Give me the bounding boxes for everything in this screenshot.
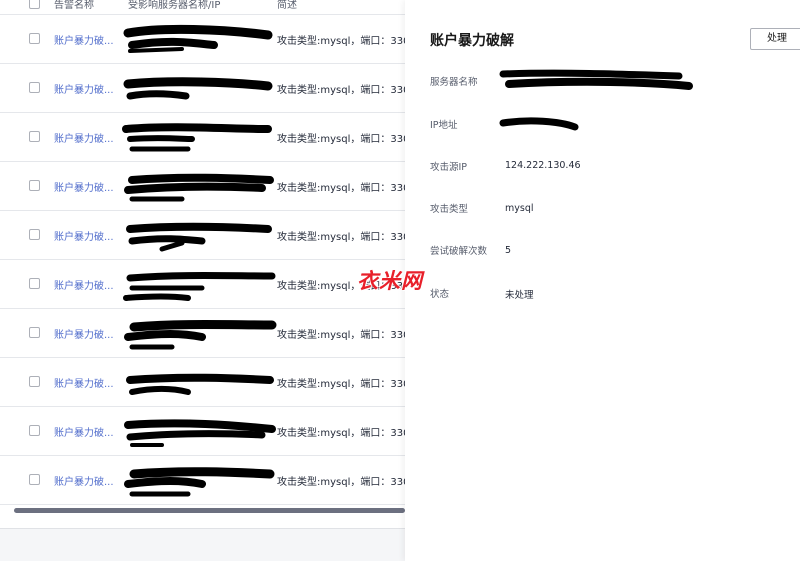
server-name-label: 服务器名称 [430,77,478,88]
alert-description: 攻击类型:mysql，端口：330... [277,477,405,488]
row-checkbox[interactable] [29,180,40,191]
alert-description: 攻击类型:mysql，端口：330... [277,134,405,145]
row-checkbox[interactable] [29,229,40,240]
alert-description: 攻击类型:mysql，端口：330... [277,36,405,47]
table-row[interactable]: 账户暴力破... 攻击类型:mysql，端口：330... [0,113,405,162]
attempts-label: 尝试破解次数 [430,246,488,257]
alert-name-link[interactable]: 账户暴力破... [54,32,114,47]
redacted-server-info [124,320,277,350]
alert-name-link[interactable]: 账户暴力破... [54,473,114,488]
attack-type-value: mysql [505,203,534,214]
attempts-value: 5 [505,245,512,256]
attack-type-label: 攻击类型 [430,204,469,215]
source-ip-label: 攻击源IP [430,162,468,173]
status-label: 状态 [430,289,450,300]
ip-address-label: IP地址 [430,120,458,131]
row-checkbox[interactable] [29,425,40,436]
table-row[interactable]: 账户暴力破... 攻击类型:mysql，端口：330... [0,64,405,113]
row-checkbox[interactable] [29,474,40,485]
alert-name-link[interactable]: 账户暴力破... [54,81,114,96]
redacted-server-info [124,173,274,202]
alert-name-link[interactable]: 账户暴力破... [54,277,114,292]
table-header: 告警名称 受影响服务器名称/IP 简述 [0,0,405,15]
column-header-alert-name[interactable]: 告警名称 [54,0,94,11]
row-checkbox[interactable] [29,82,40,93]
alert-name-link[interactable]: 账户暴力破... [54,228,114,243]
redacted-server-info [126,222,272,252]
table-row[interactable]: 账户暴力破... 攻击类型:mysql，端口：330... [0,358,405,407]
handle-button[interactable]: 处理 [750,28,800,50]
table-row[interactable]: 账户暴力破... 攻击类型:mysql，端口：330... [0,15,405,64]
redacted-server-info [123,272,276,301]
redacted-server-info [123,77,273,100]
alert-description: 攻击类型:mysql，端口：330... [277,183,405,194]
table-row[interactable]: 账户暴力破... 攻击类型:mysql，端口：330... [0,456,405,505]
redacted-server-info [122,123,272,152]
redacted-server-info [126,373,274,395]
table-row[interactable]: 账户暴力破... 攻击类型:mysql，端口：330... [0,260,405,309]
redacted-server-info [124,419,276,447]
redacted-server-info [123,24,273,53]
status-value: 未处理 [505,290,534,301]
column-header-affected-server[interactable]: 受影响服务器名称/IP [128,0,220,11]
drawer-title: 账户暴力破解 [430,33,514,49]
redacted-server-info [124,467,275,497]
table-row[interactable]: 账户暴力破... 攻击类型:mysql，端口：330... [0,211,405,260]
alert-description: 攻击类型:mysql，端口：330... [277,330,405,341]
column-header-description[interactable]: 简述 [277,0,297,11]
row-checkbox[interactable] [29,33,40,44]
redacted-server-name [499,69,693,90]
select-all-checkbox[interactable] [29,0,40,9]
row-checkbox[interactable] [29,278,40,289]
table-row[interactable]: 账户暴力破... 攻击类型:mysql，端口：330... [0,407,405,456]
alert-description: 攻击类型:mysql，端口：330... [277,428,405,439]
row-checkbox[interactable] [29,327,40,338]
alert-table: 告警名称 受影响服务器名称/IP 简述 账户暴力破... 攻击类型:mysql，… [0,0,405,561]
redacted-ip-address [499,117,579,131]
horizontal-scrollbar[interactable] [14,508,405,513]
table-footer [0,528,405,561]
alert-description: 攻击类型:mysql，端口：330... [277,232,405,243]
alert-name-link[interactable]: 账户暴力破... [54,179,114,194]
table-row[interactable]: 账户暴力破... 攻击类型:mysql，端口：330... [0,162,405,211]
alert-name-link[interactable]: 账户暴力破... [54,375,114,390]
alert-description: 攻击类型:mysql，端口：330... [277,379,405,390]
source-ip-value: 124.222.130.46 [505,160,581,171]
row-checkbox[interactable] [29,131,40,142]
alert-name-link[interactable]: 账户暴力破... [54,326,114,341]
alert-description: 攻击类型:mysql，端口：330... [277,85,405,96]
table-row[interactable]: 账户暴力破... 攻击类型:mysql，端口：330... [0,309,405,358]
alert-name-link[interactable]: 账户暴力破... [54,130,114,145]
alert-detail-drawer: 账户暴力破解 处理 服务器名称 IP地址 攻击源IP 124.222.130.4… [405,0,800,561]
row-checkbox[interactable] [29,376,40,387]
watermark: 衣米网 [357,269,423,293]
alert-name-link[interactable]: 账户暴力破... [54,424,114,439]
